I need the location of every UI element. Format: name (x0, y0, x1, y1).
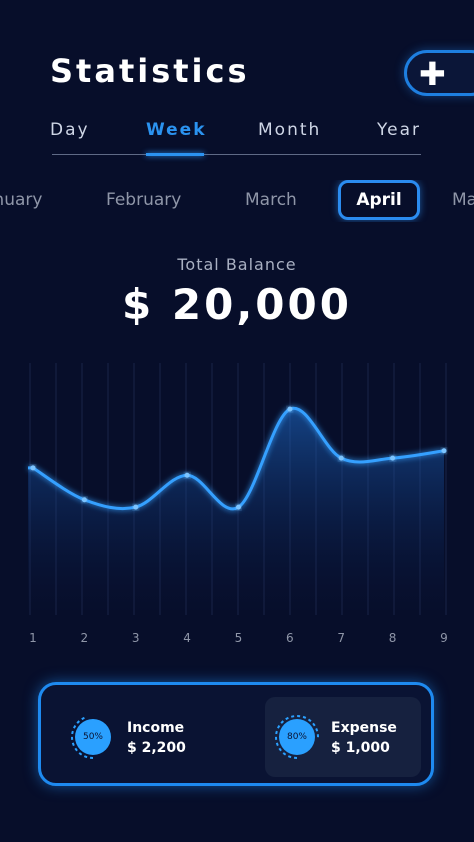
active-tab-indicator (146, 153, 204, 156)
x-tick-label: 1 (29, 631, 37, 645)
expense-label: Expense (331, 720, 397, 736)
month-march[interactable]: March (245, 190, 297, 210)
plus-icon: ✚ (419, 55, 446, 93)
tab-day[interactable]: Day (50, 120, 90, 140)
x-tick-label: 8 (389, 631, 397, 645)
x-tick-label: 3 (132, 631, 140, 645)
month-may[interactable]: May (452, 190, 474, 210)
month-april[interactable]: April (338, 180, 420, 220)
total-balance-value: $ 20,000 (122, 280, 352, 329)
tabs-divider (52, 154, 421, 155)
x-tick-label: 6 (286, 631, 294, 645)
month-selector: January February March April May (0, 180, 474, 222)
chart-point (30, 465, 36, 471)
month-january[interactable]: January (0, 190, 42, 210)
month-february[interactable]: February (106, 190, 181, 210)
expense-progress-ring: 80% (275, 715, 319, 759)
expense-amount: $ 1,000 (331, 740, 390, 756)
x-tick-label: 4 (183, 631, 191, 645)
chart-point (338, 455, 344, 461)
balance-chart: 1 2 3 4 5 6 7 8 9 (28, 363, 448, 645)
chart-point (81, 497, 87, 503)
x-tick-label: 5 (235, 631, 243, 645)
income-progress-ring: 50% (71, 715, 115, 759)
tab-month[interactable]: Month (258, 120, 321, 140)
expense-percent: 80% (286, 732, 307, 742)
tab-year[interactable]: Year (377, 120, 421, 140)
income-summary[interactable]: 50% Income $ 2,200 (61, 697, 219, 777)
x-tick-label: 2 (81, 631, 89, 645)
chart-point (441, 448, 447, 454)
summary-card: 50% Income $ 2,200 80% Expense $ 1,000 (38, 682, 434, 786)
x-tick-label: 9 (440, 631, 448, 645)
chart-point (184, 472, 190, 478)
chart-point (390, 455, 396, 461)
chart-point (236, 504, 241, 510)
add-button[interactable]: ✚ (404, 50, 474, 96)
page-title: Statistics (50, 52, 250, 90)
total-balance-label: Total Balance (177, 255, 297, 274)
income-label: Income (127, 720, 185, 736)
expense-summary[interactable]: 80% Expense $ 1,000 (265, 697, 421, 777)
x-tick-label: 7 (337, 631, 345, 645)
chart-point (133, 504, 139, 510)
income-percent: 50% (82, 732, 103, 742)
chart-point (287, 406, 293, 412)
income-amount: $ 2,200 (127, 740, 186, 756)
tab-week[interactable]: Week (146, 120, 207, 140)
